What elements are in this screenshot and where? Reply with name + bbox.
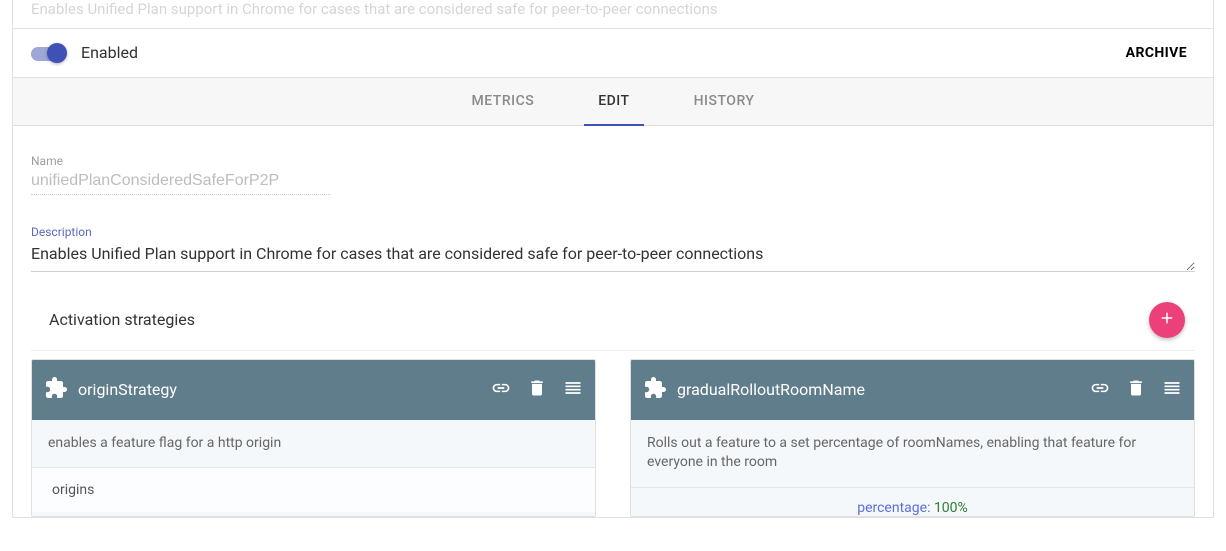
tab-history[interactable]: HISTORY (686, 78, 763, 125)
strategy-title: originStrategy (78, 380, 177, 399)
tab-metrics[interactable]: METRICS (464, 78, 543, 125)
percentage-value: 100% (934, 500, 968, 516)
toggle-thumb (47, 43, 67, 63)
delete-icon[interactable] (527, 378, 547, 402)
strategy-title: gradualRolloutRoomName (677, 380, 865, 399)
strategy-description: enables a feature flag for a http origin (32, 420, 595, 469)
strategy-card-gradual-rollout: gradualRolloutRoomName Rolls out a featu… (630, 359, 1195, 517)
delete-icon[interactable] (1126, 378, 1146, 402)
description-textarea[interactable]: Enables Unified Plan support in Chrome f… (31, 241, 1195, 272)
activation-strategies-heading: Activation strategies (49, 310, 195, 329)
strategy-body-label: origins (32, 468, 595, 512)
tabs-bar: METRICS EDIT HISTORY (13, 78, 1213, 126)
tab-edit[interactable]: EDIT (590, 78, 637, 125)
strategy-card-origin: originStrategy enables a feature flag fo… (31, 359, 596, 517)
reorder-icon[interactable] (563, 378, 583, 402)
enabled-label: Enabled (81, 43, 138, 62)
archive-button[interactable]: ARCHIVE (1118, 41, 1195, 65)
strategy-description: Rolls out a feature to a set percentage … (631, 420, 1194, 488)
name-field-label: Name (31, 154, 1195, 168)
percentage-line: percentage: 100% (631, 488, 1194, 516)
plus-icon (1158, 309, 1176, 331)
link-icon[interactable] (491, 378, 511, 402)
add-strategy-button[interactable] (1149, 302, 1185, 338)
name-input[interactable] (31, 170, 331, 195)
description-field-label: Description (31, 225, 1195, 239)
puzzle-icon (643, 376, 667, 404)
puzzle-icon (44, 376, 68, 404)
enabled-toggle[interactable] (31, 43, 67, 63)
reorder-icon[interactable] (1162, 378, 1182, 402)
link-icon[interactable] (1090, 378, 1110, 402)
page-description-faded: Enables Unified Plan support in Chrome f… (13, 0, 1213, 29)
percentage-label: percentage: (857, 500, 934, 516)
